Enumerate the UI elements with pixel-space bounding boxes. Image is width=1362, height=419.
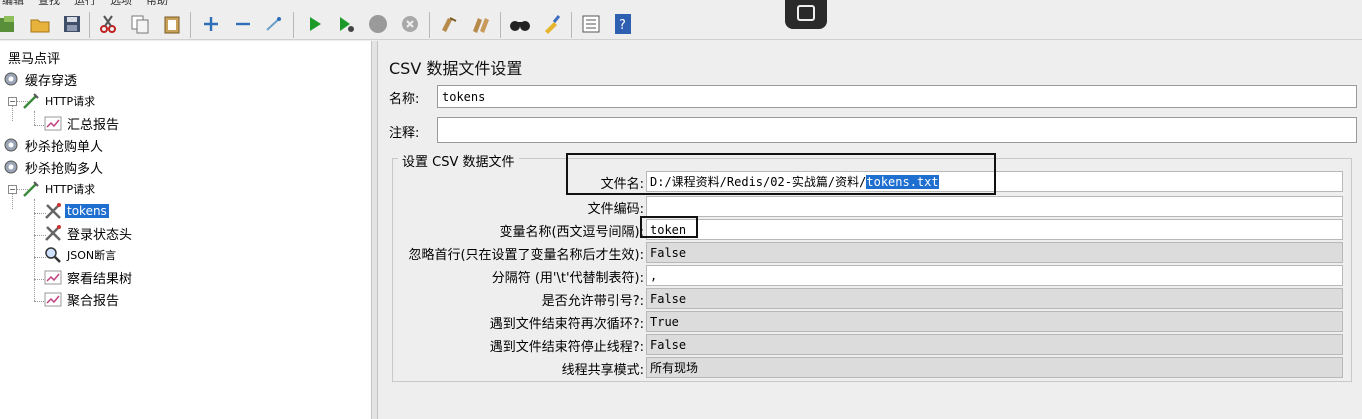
gear-icon (2, 70, 20, 88)
tree-item-login-header[interactable]: 登录状态头 (44, 223, 134, 243)
clear-all-icon[interactable] (469, 12, 493, 36)
wrench-icon (44, 224, 62, 242)
allow-quoted-label: 是否允许带引号?: (541, 294, 644, 309)
name-label: 名称: (389, 92, 420, 107)
toolbar: 编辑 查找 运行 选项 帮助 ? (0, 0, 1362, 40)
ignore-first-line-select[interactable]: False (646, 242, 1343, 263)
start-no-pause-icon[interactable] (334, 12, 358, 36)
tree-item-cache-penetration[interactable]: 缓存穿透 (2, 69, 79, 89)
new-icon[interactable] (0, 12, 20, 36)
add-icon[interactable] (199, 12, 223, 36)
chart-icon (44, 268, 62, 286)
expand-toggle[interactable]: − (8, 97, 17, 106)
delimiter-label: 分隔符 (用'\t'代替制表符): (491, 271, 644, 286)
tree-item-tokens[interactable]: tokens (44, 201, 109, 221)
wrench-icon (44, 202, 62, 220)
tree-item-view-results-tree[interactable]: 察看结果树 (44, 267, 134, 287)
menu-edit[interactable]: 编辑 (2, 0, 24, 5)
stop-thread-on-eof-select[interactable]: False (646, 334, 1343, 355)
pipette-icon (22, 92, 40, 110)
reset-icon[interactable] (540, 12, 564, 36)
name-field[interactable]: tokens (437, 85, 1357, 108)
menu-options[interactable]: 选项 (110, 0, 132, 5)
search-icon[interactable] (508, 12, 532, 36)
annotation-box-variable (640, 216, 698, 238)
tree-item-flash-sale-multi[interactable]: 秒杀抢购多人 (2, 157, 105, 177)
cut-icon[interactable] (96, 12, 120, 36)
screenshot-overlay-icon (785, 0, 827, 29)
save-icon[interactable] (60, 12, 84, 36)
sharing-mode-select[interactable]: 所有现场 (646, 357, 1343, 378)
function-helper-icon[interactable] (579, 12, 603, 36)
gear-icon (2, 136, 20, 154)
remove-icon[interactable] (231, 12, 255, 36)
open-icon[interactable] (28, 12, 52, 36)
chart-icon (44, 114, 62, 132)
recycle-on-eof-select[interactable]: True (646, 311, 1343, 332)
magnifier-icon (44, 246, 62, 264)
comment-field[interactable] (437, 117, 1357, 143)
delimiter-field[interactable]: , (646, 265, 1343, 286)
stop-icon[interactable] (366, 12, 390, 36)
tree-item-aggregate-report[interactable]: 聚合报告 (44, 289, 121, 309)
chart-icon (44, 290, 62, 308)
allow-quoted-select[interactable]: False (646, 288, 1343, 309)
menu-search[interactable]: 查找 (38, 0, 60, 5)
variable-names-label: 变量名称(西文逗号间隔): (499, 225, 644, 240)
comment-label: 注释: (389, 126, 420, 141)
help-icon[interactable]: ? (611, 12, 635, 36)
tree-item-summary-report[interactable]: 汇总报告 (44, 113, 121, 133)
panel-title: CSV 数据文件设置 (389, 59, 523, 78)
pipette-icon (22, 180, 40, 198)
gear-icon (2, 158, 20, 176)
sharing-mode-label: 线程共享模式: (561, 363, 644, 378)
tree-root[interactable]: 黑马点评 (6, 47, 62, 67)
splitter[interactable] (371, 41, 378, 419)
menu-help[interactable]: 帮助 (146, 0, 168, 5)
file-encoding-field[interactable] (646, 196, 1343, 217)
recycle-on-eof-label: 遇到文件结束符再次循环?: (489, 317, 644, 332)
start-icon[interactable] (303, 12, 327, 36)
tree-item-http-request[interactable]: HTTP请求 (22, 179, 97, 199)
stop-thread-on-eof-label: 遇到文件结束符停止线程?: (489, 340, 644, 355)
test-plan-tree: 黑马点评 − − 缓存穿透 HTTP请求 汇总报告 秒杀抢购单人 秒杀抢购多人 … (0, 41, 371, 419)
file-encoding-label: 文件编码: (587, 202, 644, 217)
tree-item-json-assertion[interactable]: JSON断言 (44, 245, 118, 265)
annotation-box-filename (566, 153, 996, 195)
shutdown-icon[interactable] (398, 12, 422, 36)
expand-toggle[interactable]: − (8, 185, 17, 194)
paste-icon[interactable] (160, 12, 184, 36)
copy-icon[interactable] (128, 12, 152, 36)
variable-names-field[interactable]: token (646, 219, 1343, 240)
menu-run[interactable]: 运行 (74, 0, 96, 5)
group-title: 设置 CSV 数据文件 (398, 151, 519, 170)
menu-bar: 编辑 查找 运行 选项 帮助 (0, 0, 260, 5)
tree-item-http-request[interactable]: HTTP请求 (22, 91, 97, 111)
ignore-first-line-label: 忽略首行(只在设置了变量名称后才生效): (408, 248, 644, 263)
toggle-icon[interactable] (262, 12, 286, 36)
csv-config-panel: CSV 数据文件设置 名称: tokens 注释: 设置 CSV 数据文件 文件… (378, 41, 1362, 419)
svg-text:?: ? (619, 18, 626, 33)
clear-icon[interactable] (437, 12, 461, 36)
tree-item-flash-sale-single[interactable]: 秒杀抢购单人 (2, 135, 105, 155)
